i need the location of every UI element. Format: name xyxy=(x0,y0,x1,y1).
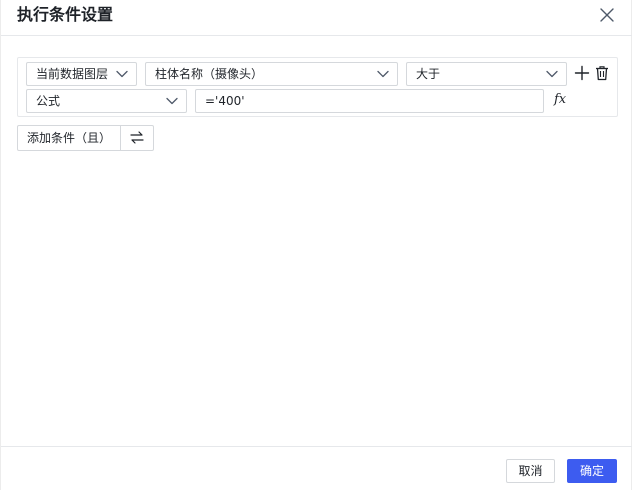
value-input-text: ='400' xyxy=(205,94,245,108)
chevron-down-icon xyxy=(116,70,128,78)
confirm-button[interactable]: 确定 xyxy=(567,459,617,483)
value-type-select[interactable]: 公式 xyxy=(26,89,187,113)
condition-group: 当前数据图层 柱体名称（摄像头） 大于 公式 ='400' fx xyxy=(17,57,618,117)
operator-select[interactable]: 大于 xyxy=(406,62,567,86)
field-select[interactable]: 柱体名称（摄像头） xyxy=(145,62,398,86)
value-type-select-value: 公式 xyxy=(36,94,61,108)
cancel-button[interactable]: 取消 xyxy=(506,459,555,483)
field-select-value: 柱体名称（摄像头） xyxy=(155,67,264,81)
add-condition-group: 添加条件（且） xyxy=(17,125,155,151)
value-input[interactable]: ='400' xyxy=(195,89,544,113)
add-condition-and-button[interactable]: 添加条件（且） xyxy=(18,126,122,150)
chevron-down-icon xyxy=(546,70,558,78)
swap-icon xyxy=(130,131,144,144)
delete-row-button[interactable] xyxy=(595,65,609,81)
layer-select[interactable]: 当前数据图层 xyxy=(26,62,137,86)
fx-icon[interactable]: fx xyxy=(554,91,570,111)
dialog-title: 执行条件设置 xyxy=(17,5,114,24)
layer-select-value: 当前数据图层 xyxy=(36,67,109,81)
operator-select-value: 大于 xyxy=(416,67,441,81)
plus-icon xyxy=(574,65,590,81)
chevron-down-icon xyxy=(166,97,178,105)
trash-icon xyxy=(596,66,608,81)
switch-logic-button[interactable] xyxy=(121,126,153,150)
close-icon xyxy=(600,8,614,22)
dialog-footer: 取消 确定 xyxy=(1,446,632,490)
dialog-header: 执行条件设置 xyxy=(1,0,632,36)
close-button[interactable] xyxy=(597,5,617,25)
add-row-button[interactable] xyxy=(574,65,590,81)
chevron-down-icon xyxy=(377,70,389,78)
execution-condition-dialog: 执行条件设置 当前数据图层 柱体名称（摄像头） 大于 公式 ='400' fx … xyxy=(0,0,632,490)
